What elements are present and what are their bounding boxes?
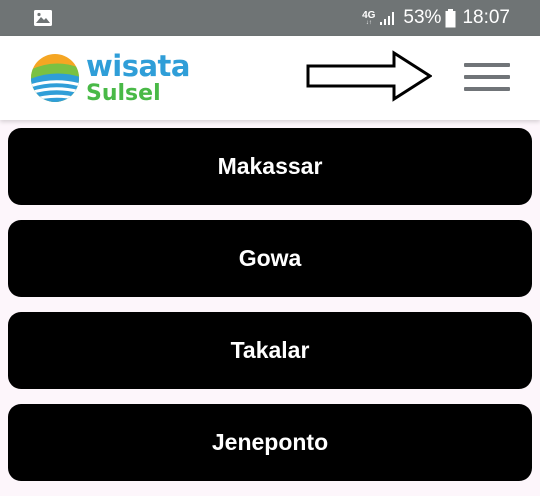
- signal-icon: [380, 12, 395, 25]
- region-label: Makassar: [217, 153, 323, 179]
- right-arrow-icon: [306, 50, 432, 102]
- status-bar: 4G ↓↑ 53% 18:07: [0, 0, 540, 36]
- logo-text-sulsel: Sulsel: [86, 81, 161, 106]
- region-button-makassar[interactable]: Makassar: [8, 128, 532, 205]
- menu-line: [464, 75, 510, 79]
- region-label: Gowa: [238, 245, 302, 271]
- clock: 18:07: [462, 7, 510, 28]
- region-button-gowa[interactable]: Gowa: [8, 220, 532, 297]
- region-list: Makassar Gowa Takalar Jeneponto: [8, 128, 532, 496]
- menu-line: [464, 63, 510, 67]
- region-label: Jeneponto: [211, 429, 329, 455]
- network-type: 4G ↓↑: [362, 9, 376, 26]
- logo-wordmark: wisata Sulsel: [86, 49, 191, 106]
- image-notification-icon: [34, 10, 52, 26]
- hamburger-menu-icon[interactable]: [462, 60, 512, 94]
- app-header: wisata Sulsel: [0, 36, 540, 120]
- battery-percent: 53%: [403, 7, 442, 28]
- battery-icon: [445, 8, 456, 27]
- logo-text-wisata: wisata: [86, 49, 191, 83]
- network-label: 4G: [362, 9, 376, 21]
- region-label: Takalar: [230, 337, 310, 363]
- wisata-sulsel-logo-icon: [31, 54, 79, 102]
- region-button-jeneponto[interactable]: Jeneponto: [8, 404, 532, 481]
- menu-line: [464, 87, 510, 91]
- region-button-takalar[interactable]: Takalar: [8, 312, 532, 389]
